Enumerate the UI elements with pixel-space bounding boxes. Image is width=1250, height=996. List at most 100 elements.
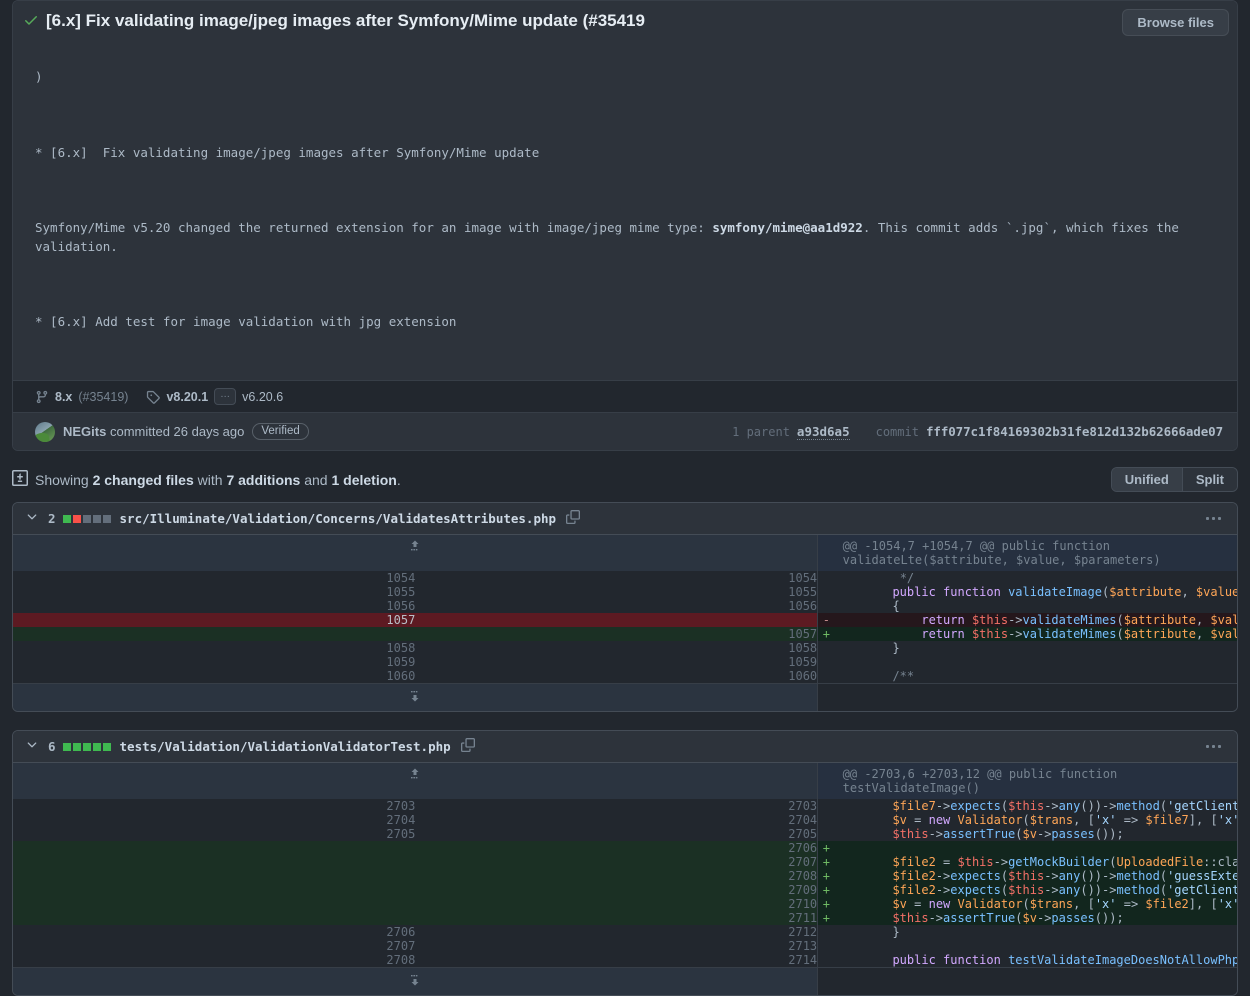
desc-line3-commit-link[interactable]: symfony/mime@aa1d922 [712,220,863,235]
new-line-number[interactable]: 2713 [415,939,819,954]
hunk-header-row: @@ -1054,7 +1054,7 @@ public function va… [13,535,1237,572]
deletions-count: 1 deletion [331,471,397,488]
old-line-number[interactable] [13,883,416,898]
diff-sign [818,641,835,655]
file-change-count: 2 [48,511,56,527]
new-line-number[interactable]: 1059 [415,655,819,670]
diff-code-line [835,655,1237,669]
new-line-number[interactable]: 1054 [415,571,819,586]
kebab-menu-icon[interactable] [1200,513,1227,524]
split-view-button[interactable]: Split [1181,468,1237,492]
desc-spacer-1 [35,106,1223,123]
old-line-number[interactable] [13,869,416,884]
new-line-number[interactable]: 2704 [415,813,819,828]
old-line-number[interactable]: 2706 [13,925,416,940]
old-line-number[interactable]: 2707 [13,939,416,954]
browse-files-button[interactable]: Browse files [1122,9,1229,36]
new-line-number[interactable]: 2711 [415,911,819,926]
diff-row: 1057 - return $this->validateMimes($attr… [13,613,1237,628]
diff-code-line: $file2 = $this->getMockBuilder(UploadedF… [834,855,1237,870]
tag-primary[interactable]: v8.20.1 [166,390,208,404]
commit-desc-line-3: Symfony/Mime v5.20 changed the returned … [35,218,1223,257]
tag-secondary[interactable]: v6.20.6 [242,390,283,404]
diffstat-bar [62,514,111,523]
avatar[interactable] [35,421,55,442]
verified-badge[interactable]: Verified [252,423,309,441]
new-line-number[interactable] [415,613,819,628]
new-line-number[interactable]: 1056 [415,599,819,614]
old-line-number[interactable]: 2705 [13,827,416,842]
old-line-number[interactable]: 1057 [13,613,416,628]
pr-number[interactable]: (#35419) [78,390,128,404]
old-line-number[interactable] [13,841,416,856]
expand-up-button[interactable] [13,535,819,572]
old-line-number[interactable]: 1054 [13,571,416,586]
new-line-number[interactable]: 2710 [415,897,819,912]
old-line-number[interactable]: 1058 [13,641,416,656]
commit-header: [6.x] Fix validating image/jpeg images a… [13,1,1237,44]
new-line-number[interactable]: 1057 [415,627,819,642]
old-line-number[interactable]: 2704 [13,813,416,828]
diff-sign [818,813,835,827]
chevron-down-icon[interactable] [25,510,39,527]
new-line-number[interactable]: 2706 [415,841,819,856]
file-header: 2 src/Illuminate/Validation/Concerns/Val… [13,503,1237,536]
old-line-number[interactable] [13,855,416,870]
kebab-menu-icon[interactable] [1200,741,1227,752]
diffstat-square [72,742,81,751]
new-line-number[interactable]: 2712 [415,925,819,940]
old-line-number[interactable]: 1055 [13,585,416,600]
hunk-header-text: @@ -1054,7 +1054,7 @@ public function va… [834,535,1237,572]
diff-sign [818,585,835,599]
new-line-number[interactable]: 2708 [415,869,819,884]
old-line-number[interactable] [13,897,416,912]
new-line-number[interactable]: 2703 [415,799,819,814]
old-line-number[interactable] [13,911,416,926]
diff-sign: + [817,883,835,898]
commit-sha[interactable]: fff077c1f84169302b31fe812d132b62666ade07 [926,424,1223,439]
diff-sign [818,655,835,669]
file-diff-list: 2 src/Illuminate/Validation/Concerns/Val… [0,502,1250,996]
copy-icon[interactable] [460,738,475,755]
diff-row: 1058 1058 } [13,641,1237,656]
new-line-number[interactable]: 2707 [415,855,819,870]
diff-code-line: $file7->expects($this->any())->method('g… [892,799,1237,814]
diff-row: 2707 + $file2 = $this->getMockBuilder(Up… [13,855,1237,870]
diffstat-square [92,514,101,523]
new-line-number[interactable]: 1055 [415,585,819,600]
expand-down-button[interactable] [13,967,819,996]
old-line-number[interactable]: 1060 [13,669,416,684]
hunk-sign [817,535,835,572]
expand-down-sign [817,967,835,996]
parent-sha[interactable]: a93d6a5 [796,424,850,440]
chevron-down-icon[interactable] [25,738,39,755]
old-line-number[interactable]: 1059 [13,655,416,670]
commit-title: [6.x] Fix validating image/jpeg images a… [46,11,645,30]
file-path[interactable]: tests/Validation/ValidationValidatorTest… [120,739,451,754]
commit-desc-line-4: * [6.x] Add test for image validation wi… [35,314,457,330]
author-name[interactable]: NEGits [63,424,106,439]
diff-row: 2709 + $file2->expects($this->any())->me… [13,883,1237,898]
old-line-number[interactable] [13,627,416,642]
diff-code-line: return $this->validateMimes($attribute, … [834,627,1237,642]
commit-description: ) * [6.x] Fix validating image/jpeg imag… [13,44,1237,381]
branch-name[interactable]: 8.x [55,390,72,404]
old-line-number[interactable]: 1056 [13,599,416,614]
new-line-number[interactable]: 2709 [415,883,819,898]
unified-view-button[interactable]: Unified [1111,468,1182,492]
diff-table: @@ -2703,6 +2703,12 @@ public function t… [13,763,1237,996]
new-line-number[interactable]: 1060 [415,669,819,684]
refs-more-button[interactable]: … [214,388,237,406]
commit-desc-line-1: ) [35,69,43,85]
expand-down-button[interactable] [13,683,819,712]
old-line-number[interactable]: 2703 [13,799,416,814]
diff-code-line: } [834,925,900,940]
new-line-number[interactable]: 1058 [415,641,819,656]
new-line-number[interactable]: 2705 [415,827,819,842]
file-path[interactable]: src/Illuminate/Validation/Concerns/Valid… [120,511,557,526]
commit-card: [6.x] Fix validating image/jpeg images a… [12,0,1238,452]
copy-icon[interactable] [566,510,581,527]
diff-code-line [834,841,1237,856]
file-diff-box: 2 src/Illuminate/Validation/Concerns/Val… [12,502,1238,713]
expand-up-button[interactable] [13,763,819,800]
